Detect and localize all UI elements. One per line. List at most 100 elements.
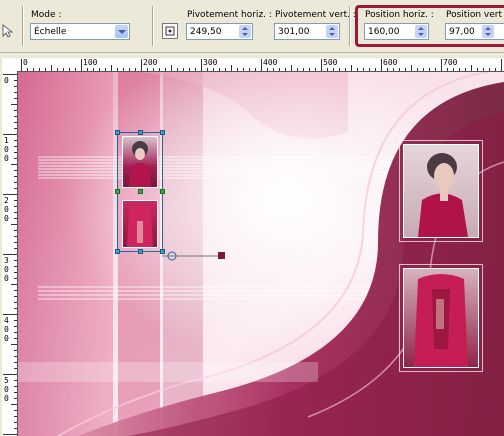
ruler-tick <box>14 356 17 357</box>
ruler-label: 4 <box>4 316 9 325</box>
ruler-tick <box>3 74 17 75</box>
ruler-tick <box>219 68 220 71</box>
ruler-tick <box>14 248 17 249</box>
ruler-tick <box>14 368 17 369</box>
selection-handle[interactable] <box>115 189 120 194</box>
position-horizontal-spinner[interactable] <box>415 25 427 38</box>
ruler-tick <box>11 284 17 285</box>
pivot-horizontal-value: 249,50 <box>190 27 222 37</box>
ruler-tick <box>14 302 17 303</box>
pivot-vertical-spinner[interactable] <box>326 25 338 38</box>
selection-handle[interactable] <box>115 130 120 135</box>
ruler-label: 600 <box>383 58 398 67</box>
ruler-label: 0 <box>23 58 28 67</box>
position-vertical-field[interactable]: 97,00 <box>445 23 504 40</box>
selection-handle[interactable] <box>160 189 165 194</box>
ruler-label: 700 <box>443 58 458 67</box>
ruler-tick <box>14 416 17 417</box>
toolbar: Mode : Échelle Pivotement horiz. : 249,5… <box>0 0 504 53</box>
ruler-label: 0 <box>4 145 9 154</box>
vertical-ruler[interactable]: 0100200300400500 <box>2 71 18 436</box>
pivot-horizontal-field[interactable]: 249,50 <box>186 23 253 40</box>
ruler-tick <box>423 68 424 71</box>
ruler-tick <box>381 59 382 71</box>
selection-handle[interactable] <box>160 130 165 135</box>
ruler-tick <box>14 362 17 363</box>
image-canvas[interactable] <box>18 72 504 436</box>
ruler-label: 0 <box>4 274 9 283</box>
ruler-tick <box>14 146 17 147</box>
horizontal-ruler[interactable]: 0 100 200 300 400 500 600 700 <box>17 58 504 72</box>
pointer-tool-icon[interactable] <box>1 23 14 38</box>
ruler-label: 0 <box>4 154 9 163</box>
ruler-tick <box>147 68 148 71</box>
ruler-tick <box>201 59 202 71</box>
ruler-tick <box>14 140 17 141</box>
selection-handle[interactable] <box>115 249 120 254</box>
ruler-tick <box>489 68 490 71</box>
ruler-tick <box>81 59 82 71</box>
ruler-tick <box>87 68 88 71</box>
ruler-tick <box>123 68 124 71</box>
ruler-tick <box>14 308 17 309</box>
ruler-label: 0 <box>4 265 9 274</box>
ruler-tick <box>45 68 46 71</box>
ruler-tick <box>267 68 268 71</box>
ruler-tick <box>153 68 154 71</box>
selection-handle[interactable] <box>138 189 143 194</box>
ruler-tick <box>14 338 17 339</box>
ruler-tick <box>291 65 292 71</box>
ruler-tick <box>51 65 52 71</box>
selection-handle[interactable] <box>138 130 143 135</box>
ruler-label: 2 <box>4 196 9 205</box>
ruler-tick <box>14 350 17 351</box>
ruler-tick <box>483 68 484 71</box>
ruler-tick <box>447 68 448 71</box>
position-horizontal-field[interactable]: 160,00 <box>364 23 429 40</box>
ruler-corner <box>2 58 18 72</box>
ruler-tick <box>237 68 238 71</box>
ruler-label: 0 <box>4 214 9 223</box>
ruler-tick <box>14 128 17 129</box>
ruler-tick <box>345 68 346 71</box>
mode-select[interactable]: Échelle <box>30 23 130 40</box>
ruler-tick <box>417 68 418 71</box>
pivot-vertical-field[interactable]: 301,00 <box>274 23 340 40</box>
ruler-tick <box>399 68 400 71</box>
ruler-tick <box>27 68 28 71</box>
position-vertical-spinner[interactable] <box>482 25 494 38</box>
ruler-tick <box>297 68 298 71</box>
ruler-tick <box>14 296 17 297</box>
ruler-tick <box>14 158 17 159</box>
ruler-tick <box>177 68 178 71</box>
ruler-tick <box>279 68 280 71</box>
rotation-handle[interactable] <box>160 249 230 263</box>
ruler-tick <box>369 68 370 71</box>
chevron-down-icon[interactable] <box>115 25 128 38</box>
pivot-horizontal-spinner[interactable] <box>239 25 251 38</box>
ruler-tick <box>225 68 226 71</box>
ruler-label: 5 <box>4 376 9 385</box>
ruler-label: 0 <box>4 76 9 85</box>
ruler-tick <box>14 266 17 267</box>
selection-handle[interactable] <box>138 249 143 254</box>
ruler-label: 200 <box>143 58 158 67</box>
ruler-tick <box>14 398 17 399</box>
ruler-tick <box>501 59 502 71</box>
pivot-tool-icon[interactable] <box>162 23 178 39</box>
ruler-tick <box>327 68 328 71</box>
ruler-tick <box>405 68 406 71</box>
ruler-tick <box>14 92 17 93</box>
ruler-tick <box>14 200 17 201</box>
ruler-tick <box>14 176 17 177</box>
ruler-tick <box>243 68 244 71</box>
ruler-tick <box>339 68 340 71</box>
ruler-tick <box>14 80 17 81</box>
ruler-tick <box>57 68 58 71</box>
ruler-tick <box>135 68 136 71</box>
ruler-tick <box>14 98 17 99</box>
ruler-tick <box>14 242 17 243</box>
ruler-tick <box>3 434 17 435</box>
ruler-tick <box>111 65 112 71</box>
pivot-horizontal-label: Pivotement horiz. : <box>187 10 272 20</box>
